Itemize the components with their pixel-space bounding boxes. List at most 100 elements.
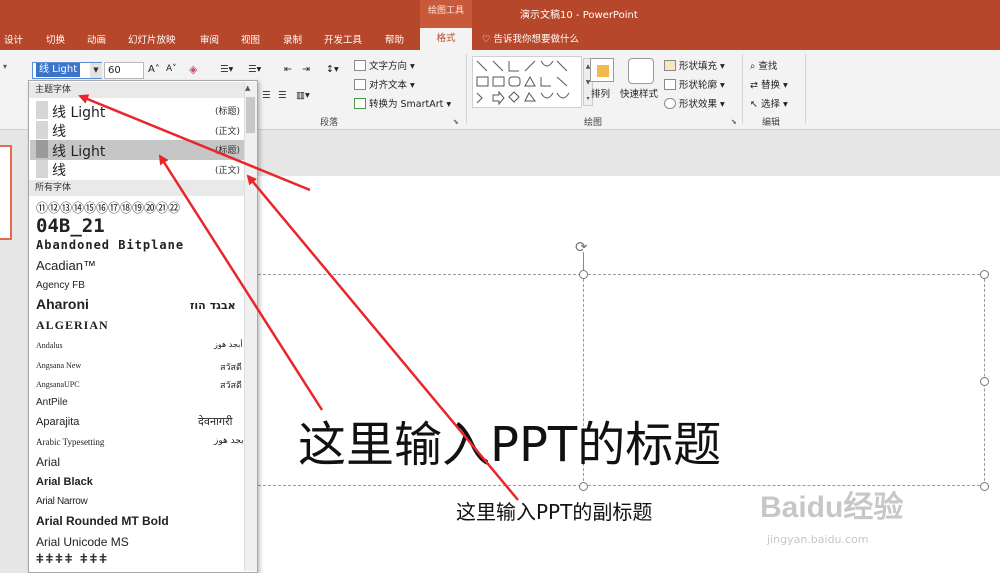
align-text-button[interactable]: 对齐文本 ▾ [354, 77, 415, 91]
tab-view[interactable]: 视图 [241, 32, 260, 46]
group-separator [466, 54, 467, 124]
font-size-combobox[interactable]: 60 [104, 62, 144, 79]
drawing-group-label: 绘图 [584, 118, 603, 128]
font-option[interactable]: Arabic Typesetting [36, 437, 104, 447]
shrink-font-icon[interactable]: A˅ [166, 64, 177, 74]
scrollbar-thumb[interactable] [246, 97, 255, 133]
all-fonts-header: 所有字体 [29, 180, 257, 196]
find-button[interactable]: ⌕ 查找 [750, 58, 777, 72]
arrange-button[interactable]: 排列 [591, 86, 610, 100]
font-option[interactable]: 04B_21 [36, 215, 105, 237]
font-dropdown-arrow-icon[interactable]: ▼ [90, 63, 102, 78]
shape-fill-button[interactable]: 形状填充 ▾ [664, 58, 725, 72]
resize-handle[interactable] [579, 482, 588, 491]
tab-format[interactable]: 格式 [420, 28, 472, 50]
font-option-hint: (标题) [214, 146, 240, 156]
quick-styles-button[interactable]: 快速样式 [620, 86, 658, 100]
resize-handle[interactable] [980, 482, 989, 491]
slide-subtitle[interactable]: 这里输入PPT的副标题 [456, 496, 652, 525]
font-option[interactable]: ALGERIAN [36, 318, 109, 333]
font-sample: देवनागरी [198, 415, 233, 428]
font-option-theme-heading[interactable]: 线 Light (标题) [30, 101, 244, 121]
font-option-theme-body-2[interactable]: 线 (正文) [30, 160, 244, 179]
font-option[interactable]: Arial Narrow [36, 496, 88, 507]
tab-slideshow[interactable]: 幻灯片放映 [128, 32, 176, 46]
resize-handle[interactable] [980, 270, 989, 279]
scroll-up-icon[interactable]: ▲ [245, 84, 250, 92]
font-swatch [36, 140, 48, 158]
shape-outline-label: 形状轮廓 [679, 80, 718, 91]
indent-increase-icon[interactable]: ⇥ [302, 64, 310, 75]
paragraph-launcher-icon[interactable]: ⬊ [453, 118, 459, 126]
font-option-theme-heading-selected[interactable]: 线 Light (标题) [30, 140, 244, 160]
slide-title[interactable]: 这里输入PPT的标题 [298, 405, 721, 475]
font-sample: أبجد هوز [214, 340, 243, 349]
tab-animations[interactable]: 动画 [87, 32, 106, 46]
font-name-value[interactable]: 线 Light [36, 63, 81, 77]
bullets-icon[interactable]: ☰▾ [220, 64, 233, 75]
font-option[interactable]: AntPile [36, 397, 68, 408]
arrange-icon[interactable] [590, 58, 614, 82]
columns-icon[interactable]: ▥▾ [296, 90, 310, 101]
tell-me-search[interactable]: ♡ 告诉我你想要做什么 [482, 31, 579, 45]
tab-developer[interactable]: 开发工具 [324, 32, 362, 46]
shape-outline-button[interactable]: 形状轮廓 ▾ [664, 77, 725, 91]
font-option-theme-body[interactable]: 线 (正文) [30, 121, 244, 140]
pen-icon [664, 79, 676, 90]
indent-decrease-icon[interactable]: ⇤ [284, 64, 292, 75]
line-spacing-icon[interactable]: ↕▾ [326, 64, 339, 75]
shape-fill-label: 形状填充 [679, 61, 718, 72]
resize-handle[interactable] [980, 377, 989, 386]
resize-handle[interactable] [579, 270, 588, 279]
tab-help[interactable]: 帮助 [385, 32, 404, 46]
align-distributed-icon[interactable]: ☰ [278, 90, 287, 101]
font-option-hint: (正文) [214, 166, 240, 176]
grow-font-icon[interactable]: A˄ [148, 64, 160, 75]
replace-button[interactable]: ⇄ 替换 ▾ [750, 77, 788, 91]
font-sample: أبجد هوز [214, 436, 247, 446]
shapes-gallery-icons [476, 60, 570, 106]
theme-fonts-header: 主题字体 [29, 82, 257, 98]
font-option[interactable]: Abandoned Bitplane [36, 238, 184, 252]
font-option[interactable]: Arial Black [36, 476, 93, 488]
rotate-handle-icon[interactable]: ⟳ [575, 238, 588, 256]
find-label: 查找 [758, 61, 778, 72]
slide-thumbnail[interactable] [0, 145, 12, 240]
baidu-jingyan-watermark-logo: Baidu经验 [760, 491, 904, 524]
ribbon-left-chevron-icon[interactable]: ▾ [3, 62, 7, 71]
font-option[interactable]: Arial Rounded MT Bold [36, 514, 169, 528]
font-option[interactable]: Andalus [36, 341, 63, 350]
font-option-hint: (正文) [214, 127, 240, 137]
font-option[interactable]: Agency FB [36, 280, 85, 291]
font-option[interactable]: Acadian™ [36, 258, 96, 273]
quick-styles-icon[interactable] [628, 58, 654, 84]
arrange-icon-shape [597, 65, 609, 77]
clear-format-icon[interactable]: ◈ [189, 63, 197, 76]
font-option[interactable]: AngsanaUPC [36, 380, 80, 389]
dropdown-scrollbar[interactable] [244, 82, 257, 571]
font-option[interactable]: Arial [36, 455, 60, 469]
tab-record[interactable]: 录制 [283, 32, 302, 46]
align-justify-icon[interactable]: ☰ [262, 90, 271, 101]
font-sample: สวัสดี [220, 381, 242, 391]
tab-review[interactable]: 审阅 [200, 32, 219, 46]
drawing-launcher-icon[interactable]: ⬊ [731, 118, 737, 126]
convert-smartart-button[interactable]: 转换为 SmartArt ▾ [354, 96, 451, 110]
editing-group-label: 编辑 [762, 118, 781, 128]
text-direction-label: 文字方向 [369, 61, 408, 72]
shape-effects-button[interactable]: 形状效果 ▾ [664, 96, 725, 110]
tab-design[interactable]: 设计 [4, 32, 23, 46]
numbering-icon[interactable]: ☰▾ [248, 64, 261, 75]
font-option[interactable]: Aharoni [36, 296, 89, 312]
font-option-partial-icon[interactable]: ǂǂǂǂ ǂǂǂ [36, 551, 109, 566]
font-option[interactable]: Arial Unicode MS [36, 535, 129, 549]
font-option[interactable]: ⑪⑫⑬⑭⑮⑯⑰⑱⑲⑳㉑㉒ [36, 199, 180, 216]
shapes-gallery[interactable] [472, 56, 582, 108]
text-direction-button[interactable]: 文字方向 ▾ [354, 58, 415, 72]
tab-transitions[interactable]: 切换 [46, 32, 65, 46]
font-option[interactable]: Aparajita [36, 416, 79, 428]
select-button[interactable]: ↖ 选择 ▾ [750, 96, 788, 110]
font-swatch [36, 101, 48, 119]
font-option[interactable]: Angsana New [36, 361, 81, 370]
cursor-icon: ↖ [750, 99, 761, 110]
